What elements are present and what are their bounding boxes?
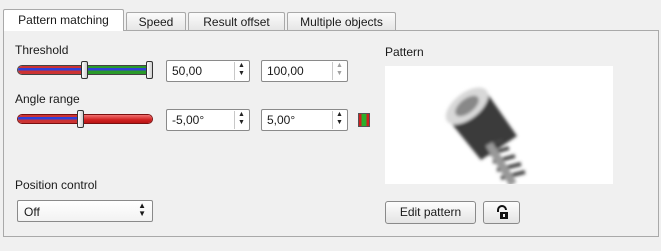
angle-min-value: -5,00° xyxy=(172,113,205,127)
threshold-max-spinbox[interactable]: 100,00 ▲ ▼ xyxy=(261,60,348,82)
spin-arrows-icon[interactable]: ▲ ▼ xyxy=(234,111,248,129)
pattern-image xyxy=(385,66,613,187)
spin-arrows-icon[interactable]: ▲ ▼ xyxy=(332,62,346,80)
color-indicator-icon xyxy=(358,113,370,127)
angle-max-value: 5,00° xyxy=(267,113,296,127)
tab-speed[interactable]: Speed xyxy=(126,12,186,30)
threshold-label: Threshold xyxy=(15,43,69,57)
lock-button[interactable] xyxy=(483,201,520,224)
threshold-min-value: 50,00 xyxy=(172,64,203,78)
position-control-value: Off xyxy=(24,205,40,219)
spin-arrows-icon[interactable]: ▲ ▼ xyxy=(332,111,346,129)
threshold-slider[interactable] xyxy=(17,61,153,79)
angle-range-handle[interactable] xyxy=(77,110,84,128)
updown-arrow-icon: ▲ ▼ xyxy=(138,201,146,218)
screw-pattern-icon xyxy=(445,87,526,187)
position-control-label: Position control xyxy=(15,178,98,192)
angle-max-spinbox[interactable]: 5,00° ▲ ▼ xyxy=(261,109,348,131)
tab-multiple-objects[interactable]: Multiple objects xyxy=(287,12,396,30)
angle-range-slider[interactable] xyxy=(17,110,153,128)
pattern-label: Pattern xyxy=(385,45,424,59)
angle-min-spinbox[interactable]: -5,00° ▲ ▼ xyxy=(166,109,250,131)
tab-result-offset[interactable]: Result offset xyxy=(188,12,285,30)
edit-pattern-button[interactable]: Edit pattern xyxy=(385,201,476,224)
threshold-min-spinbox[interactable]: 50,00 ▲ ▼ xyxy=(166,60,250,82)
angle-range-label: Angle range xyxy=(15,92,80,106)
position-control-select[interactable]: Off ▲ ▼ xyxy=(17,200,153,222)
threshold-max-value: 100,00 xyxy=(267,64,304,78)
threshold-high-handle[interactable] xyxy=(146,61,153,79)
threshold-low-handle[interactable] xyxy=(81,61,88,79)
padlock-icon xyxy=(496,205,508,219)
spin-arrows-icon[interactable]: ▲ ▼ xyxy=(234,62,248,80)
tab-pattern-matching[interactable]: Pattern matching xyxy=(3,9,124,31)
